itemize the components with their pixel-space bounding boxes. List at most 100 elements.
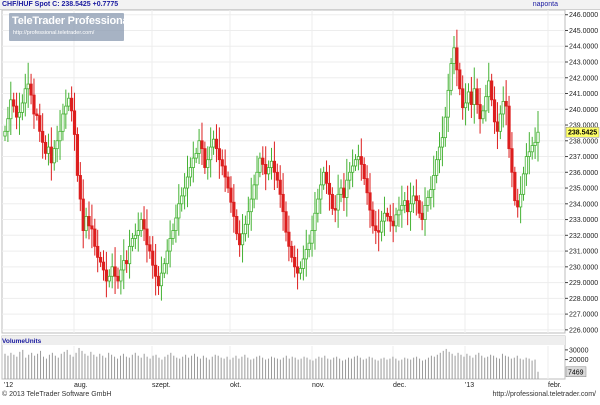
candle-body	[397, 209, 401, 216]
price-tick-label: 237.0000	[569, 154, 598, 161]
last-volume-label: 7469	[568, 369, 584, 376]
candle-body	[17, 112, 22, 118]
period-label: naponta	[532, 1, 558, 8]
candle-body	[240, 233, 245, 246]
candle-body	[119, 269, 123, 282]
candle-body	[304, 249, 308, 260]
candle-body	[107, 275, 111, 282]
candle-body	[26, 83, 30, 90]
candle-body	[171, 230, 175, 239]
watermark-url: http://professional.teletrader.com/	[13, 30, 95, 36]
candle-body	[507, 105, 511, 150]
candle-body	[521, 173, 526, 195]
candle-body	[122, 260, 126, 271]
candle-body	[188, 167, 192, 178]
candle-body	[466, 91, 471, 104]
price-tick-label: 236.0000	[569, 170, 598, 177]
candle-body	[165, 250, 169, 265]
candle-body	[223, 165, 227, 178]
candle-body	[185, 176, 190, 189]
watermark-title: TeleTrader Professional	[12, 15, 132, 27]
candle-body	[101, 261, 106, 271]
price-tick-label: 230.0000	[569, 264, 598, 271]
candle-body	[353, 159, 358, 167]
candle-body	[472, 88, 476, 105]
candle-body	[281, 193, 285, 213]
candle-body	[301, 258, 305, 269]
candle	[75, 127, 80, 182]
candle-body	[209, 146, 213, 161]
candle-body	[443, 116, 447, 139]
candle-body	[426, 197, 430, 206]
candle-body	[197, 140, 201, 154]
candle-body	[287, 231, 291, 247]
candle-body	[136, 230, 140, 236]
price-tick-label: 246.0000	[569, 12, 598, 19]
chart-canvas: 246.0000 245.0000 244.0000 243.0000 242.0000…	[1, 9, 600, 389]
candle-body	[275, 171, 279, 181]
candle-body	[162, 263, 166, 274]
price-plot-frame	[1, 9, 566, 334]
candle-body	[20, 102, 24, 113]
candle-body	[516, 200, 520, 208]
candle-body	[388, 216, 392, 222]
candle-body	[313, 212, 317, 231]
candle-body	[29, 83, 33, 96]
candle-body	[379, 220, 384, 233]
candle-body	[481, 110, 485, 120]
candle-body	[43, 141, 48, 154]
candle-body	[495, 121, 500, 132]
candle-body	[284, 211, 288, 233]
price-tick-label: 243.0000	[569, 59, 598, 66]
candle-body	[492, 99, 497, 123]
last-price-label: 238.5425	[568, 130, 597, 137]
candle-body	[455, 47, 459, 71]
volume-tick-label: 30000	[569, 347, 589, 354]
price-tick-label: 245.0000	[569, 28, 598, 35]
candle-body	[290, 245, 294, 258]
price-tick-label: 242.0000	[569, 75, 598, 82]
price-tick-label: 231.0000	[569, 249, 598, 256]
time-tick-label: '13	[465, 382, 474, 389]
candle-body	[519, 193, 523, 208]
candle-body	[238, 233, 242, 246]
candle-body	[463, 102, 468, 109]
candle-body	[423, 204, 427, 220]
candle-body	[214, 138, 219, 150]
candle-body	[182, 187, 187, 197]
candle-body	[154, 264, 158, 277]
price-tick-label: 228.0000	[569, 296, 598, 303]
candle-body	[504, 100, 508, 107]
candle-body	[316, 198, 320, 214]
candle	[513, 166, 517, 206]
candle-body	[226, 176, 230, 189]
candle-body	[365, 178, 369, 194]
candle-body	[211, 138, 216, 148]
chart-root: 246.0000 245.0000 244.0000 243.0000 242.0000…	[0, 0, 600, 400]
candle-body	[435, 159, 439, 176]
candle-body	[298, 267, 303, 274]
candle-body	[145, 228, 149, 246]
candle-body	[229, 187, 233, 203]
candle-body	[420, 212, 424, 220]
footer-url[interactable]: http://professional.teletrader.com/	[493, 391, 597, 398]
candle-body	[336, 193, 340, 211]
candle-body	[368, 192, 372, 211]
candle-body	[255, 171, 259, 186]
volume-panel-label: VolumeUnits	[2, 338, 42, 345]
candle-body	[356, 156, 361, 161]
candle-body	[440, 137, 445, 148]
price-tick-label: 241.0000	[569, 91, 598, 98]
candle-body	[452, 47, 456, 64]
price-tick-label: 244.0000	[569, 44, 598, 51]
candle-body	[130, 238, 135, 247]
candle-body	[527, 151, 531, 157]
candle-body	[206, 159, 210, 168]
candle-body	[293, 256, 297, 268]
candle-body	[104, 269, 108, 282]
candle-body	[432, 175, 436, 191]
candle-body	[81, 198, 85, 231]
candle-body	[55, 140, 59, 150]
time-tick-label: aug.	[74, 382, 88, 389]
candle-body	[414, 195, 418, 202]
